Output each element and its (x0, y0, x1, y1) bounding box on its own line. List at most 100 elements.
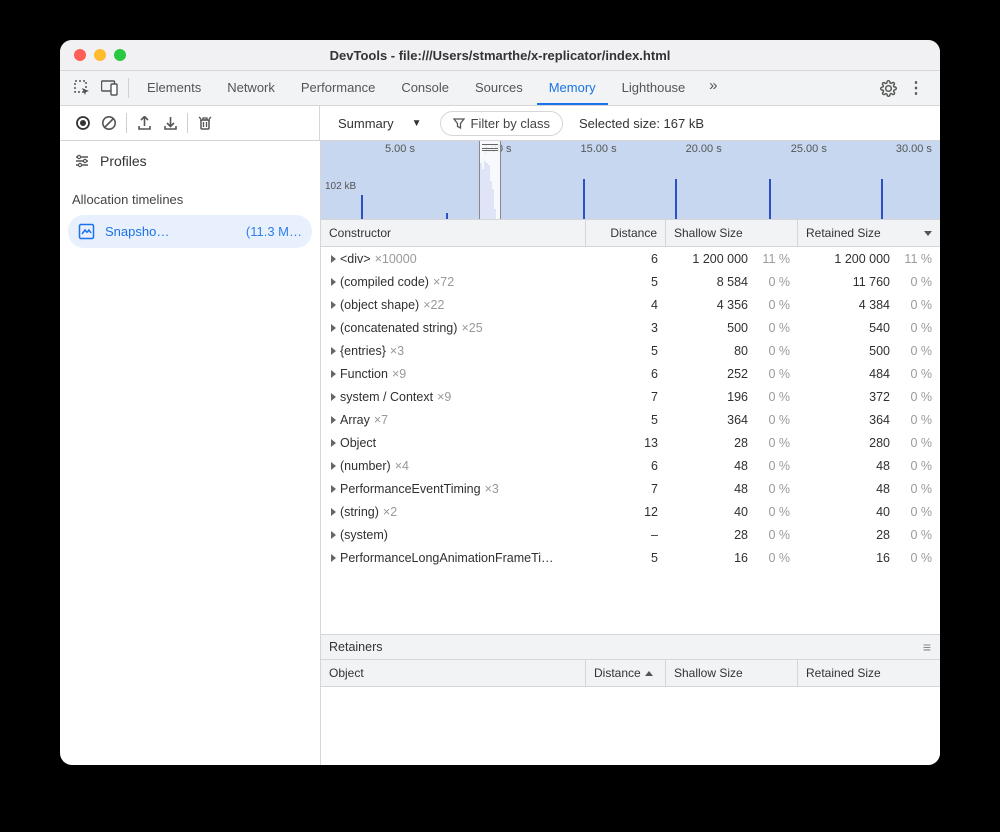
sliders-icon (74, 153, 90, 169)
expand-icon[interactable] (331, 370, 336, 378)
settings-icon[interactable] (874, 74, 902, 102)
import-icon[interactable] (157, 109, 183, 137)
shallow-pct: 0 % (754, 505, 790, 519)
clear-icon[interactable] (96, 109, 122, 137)
table-row[interactable]: (object shape) ×2244 3560 %4 3840 % (321, 293, 940, 316)
col-distance[interactable]: Distance (586, 220, 666, 246)
expand-icon[interactable] (331, 324, 336, 332)
table-row[interactable]: (concatenated string) ×2535000 %5400 % (321, 316, 940, 339)
retained-pct: 0 % (896, 505, 932, 519)
shallow-size: 40 (684, 505, 748, 519)
shallow-size: 4 356 (684, 298, 748, 312)
view-mode-dropdown[interactable]: Summary ▼ (330, 112, 430, 135)
expand-icon[interactable] (331, 554, 336, 562)
expand-icon[interactable] (331, 393, 336, 401)
shallow-size: 364 (684, 413, 748, 427)
col-constructor[interactable]: Constructor (321, 220, 586, 246)
tab-lighthouse[interactable]: Lighthouse (610, 72, 698, 105)
record-icon[interactable] (70, 109, 96, 137)
table-row[interactable]: PerformanceLongAnimationFrameTi…5160 %16… (321, 546, 940, 569)
table-row[interactable]: (compiled code) ×7258 5840 %11 7600 % (321, 270, 940, 293)
export-icon[interactable] (131, 109, 157, 137)
shallow-size: 196 (684, 390, 748, 404)
window-controls (60, 49, 126, 61)
table-row[interactable]: Function ×962520 %4840 % (321, 362, 940, 385)
shallow-size: 48 (684, 459, 748, 473)
timeline-bar (583, 179, 585, 219)
retained-size: 1 200 000 (826, 252, 890, 266)
collect-garbage-icon[interactable] (192, 109, 218, 137)
snapshot-item[interactable]: Snapsho… (11.3 M… (68, 215, 312, 248)
expand-icon[interactable] (331, 347, 336, 355)
retained-size: 40 (826, 505, 890, 519)
filter-icon (453, 117, 465, 129)
close-window-button[interactable] (74, 49, 86, 61)
zoom-window-button[interactable] (114, 49, 126, 61)
table-row[interactable]: {entries} ×35800 %5000 % (321, 339, 940, 362)
ret-col-shallow[interactable]: Shallow Size (666, 660, 798, 686)
distance-cell: 5 (586, 551, 666, 565)
table-row[interactable]: system / Context ×971960 %3720 % (321, 385, 940, 408)
constructor-name: PerformanceLongAnimationFrameTi… (340, 551, 554, 565)
ret-col-object[interactable]: Object (321, 660, 586, 686)
timeline-brush[interactable] (479, 141, 501, 219)
ret-col-distance[interactable]: Distance (586, 660, 666, 686)
ret-col-retained[interactable]: Retained Size (798, 660, 940, 686)
expand-icon[interactable] (331, 439, 336, 447)
allocation-timeline[interactable]: 5.00 s).00 s15.00 s20.00 s25.00 s30.00 s… (321, 141, 940, 220)
expand-icon[interactable] (331, 462, 336, 470)
expand-icon[interactable] (331, 416, 336, 424)
constructor-name: (string) (340, 505, 379, 519)
table-row[interactable]: Array ×753640 %3640 % (321, 408, 940, 431)
retained-size: 11 760 (826, 275, 890, 289)
table-row[interactable]: PerformanceEventTiming ×37480 %480 % (321, 477, 940, 500)
distance-cell: 4 (586, 298, 666, 312)
constructor-name: PerformanceEventTiming (340, 482, 481, 496)
shallow-pct: 0 % (754, 551, 790, 565)
retained-pct: 0 % (896, 436, 932, 450)
tab-console[interactable]: Console (389, 72, 461, 105)
more-tabs-icon[interactable]: » (699, 72, 727, 100)
expand-icon[interactable] (331, 485, 336, 493)
expand-icon[interactable] (331, 531, 336, 539)
instance-count: ×4 (395, 459, 409, 473)
expand-icon[interactable] (331, 301, 336, 309)
tab-performance[interactable]: Performance (289, 72, 387, 105)
kebab-menu-icon[interactable]: ⋮ (902, 74, 930, 102)
retainers-header[interactable]: Retainers ≡ (321, 634, 940, 660)
tab-network[interactable]: Network (215, 72, 287, 105)
shallow-size: 28 (684, 528, 748, 542)
table-row[interactable]: (string) ×212400 %400 % (321, 500, 940, 523)
devtools-window: DevTools - file:///Users/stmarthe/x-repl… (60, 40, 940, 765)
tab-memory[interactable]: Memory (537, 72, 608, 105)
timeline-bar (881, 179, 883, 219)
tab-elements[interactable]: Elements (135, 72, 213, 105)
table-body[interactable]: <div> ×1000061 200 00011 %1 200 00011 %(… (321, 247, 940, 634)
table-row[interactable]: <div> ×1000061 200 00011 %1 200 00011 % (321, 247, 940, 270)
table-header: Constructor Distance Shallow Size Retain… (321, 220, 940, 247)
constructor-name: (concatenated string) (340, 321, 457, 335)
retained-size: 484 (826, 367, 890, 381)
tab-sources[interactable]: Sources (463, 72, 535, 105)
shallow-size: 500 (684, 321, 748, 335)
inspect-icon[interactable] (68, 74, 96, 102)
minimize-window-button[interactable] (94, 49, 106, 61)
profiles-header[interactable]: Profiles (60, 141, 320, 182)
retained-size: 372 (826, 390, 890, 404)
col-shallow[interactable]: Shallow Size (666, 220, 798, 246)
expand-icon[interactable] (331, 278, 336, 286)
hamburger-icon[interactable]: ≡ (923, 639, 932, 655)
instance-count: ×9 (392, 367, 406, 381)
expand-icon[interactable] (331, 508, 336, 516)
shallow-size: 80 (684, 344, 748, 358)
table-row[interactable]: (number) ×46480 %480 % (321, 454, 940, 477)
device-toolbar-icon[interactable] (96, 74, 124, 102)
table-row[interactable]: Object13280 %2800 % (321, 431, 940, 454)
table-row[interactable]: (system)–280 %280 % (321, 523, 940, 546)
col-retained[interactable]: Retained Size (798, 220, 940, 246)
filter-button[interactable]: Filter by class (440, 111, 563, 136)
expand-icon[interactable] (331, 255, 336, 263)
snapshot-icon (78, 223, 95, 240)
shallow-pct: 0 % (754, 436, 790, 450)
retained-size: 4 384 (826, 298, 890, 312)
